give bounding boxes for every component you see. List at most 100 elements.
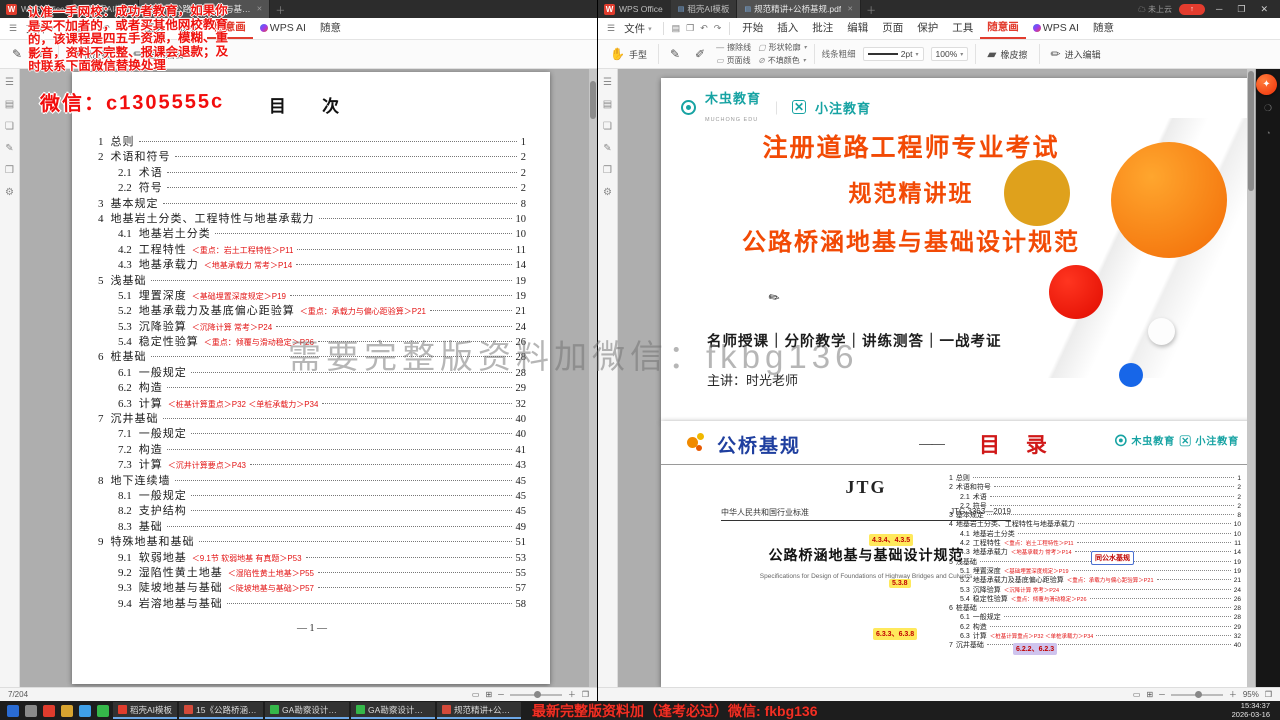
cloud-status[interactable]: ☁ 未上云 (1138, 4, 1172, 15)
ribbon-tab-0[interactable]: 开始 (735, 19, 770, 38)
toc-row[interactable]: 1 总则 1 (98, 133, 526, 148)
ribbon-tab-0[interactable]: 工具 (137, 19, 172, 38)
highlighter-button[interactable]: ✐ (33, 45, 51, 63)
ribbon-tab-1[interactable]: 插入 (770, 19, 805, 38)
toc-row[interactable]: 8.3 基础 49 (98, 518, 526, 533)
zoom-out-icon[interactable]: ─ (1159, 690, 1165, 699)
ribbon-tab-4[interactable]: 页面 (875, 19, 910, 38)
start-button[interactable] (7, 704, 19, 717)
toc-row[interactable]: 7.3 计算 ＜沉井计算要点＞P43 43 (98, 456, 526, 471)
close-tab-icon[interactable]: ✕ (847, 5, 853, 13)
redo-icon[interactable]: ↷ (711, 23, 725, 34)
toc-row[interactable]: 2 术语和符号 2 (949, 482, 1241, 491)
toc-row[interactable]: 2 术语和符号 2 (98, 148, 526, 163)
page-line-option[interactable]: ▭ 页面线 (716, 55, 751, 66)
ribbon-tab-3[interactable]: 编辑 (840, 19, 875, 38)
document-tab[interactable]: ▤ 15《公路桥涵地基与基… ✕ (139, 0, 271, 18)
vertical-scrollbar[interactable] (589, 69, 597, 687)
save-icon[interactable]: ▤ (669, 23, 684, 34)
panel-clock-icon[interactable]: ◔ (1265, 128, 1270, 138)
toc-row[interactable]: 7 沉井基础 40 (949, 640, 1241, 649)
toc-row[interactable]: 6.3 计算 ＜桩基计算重点＞P32 ＜单桩承载力＞P34 32 (98, 395, 526, 410)
taskbar-window-button[interactable]: GA勘察设计注册考… (265, 702, 350, 719)
eraser-button[interactable]: ▰ 橡皮擦 (66, 45, 114, 63)
ribbon-tab-8[interactable]: WPS AI (1026, 21, 1086, 37)
toc-row[interactable]: 3 基本规定 8 (949, 510, 1241, 519)
toc-row[interactable]: 2.2 符号 2 (949, 501, 1241, 510)
file-menu[interactable]: 文件 ▾ (618, 21, 658, 36)
settings-icon[interactable]: ⚙ (5, 187, 14, 198)
document-tab[interactable]: ▤ 稻壳AI模板 (72, 0, 140, 18)
toc-row[interactable]: 4.2 工程特性 ＜重点：岩土工程特性＞P11 11 (949, 538, 1241, 547)
ribbon-tab-1[interactable]: 保护 (172, 19, 207, 38)
wps-app-icon[interactable] (43, 704, 55, 717)
undo-icon[interactable]: ↶ (697, 23, 711, 34)
zoom-knob[interactable] (533, 691, 541, 698)
ribbon-tab-6[interactable]: 工具 (945, 19, 980, 38)
folder-icon[interactable] (61, 704, 73, 717)
single-page-view-icon[interactable]: ▭ (1133, 690, 1141, 699)
redo-icon[interactable]: ↷ (113, 23, 127, 34)
zoom-slider[interactable] (509, 691, 562, 698)
toc-row[interactable]: 6 桩基础 28 (98, 348, 526, 363)
toc-row[interactable]: 9.1 软弱地基 ＜9.1节 软弱地基 有真题＞P53 53 (98, 549, 526, 564)
toc-row[interactable]: 8.2 支护结构 45 (98, 502, 526, 517)
scrollbar-thumb[interactable] (1248, 71, 1254, 191)
freehand-pen-button[interactable]: ✎ (8, 45, 26, 63)
toc-row[interactable]: 5 浅基础 19 (98, 272, 526, 287)
highlighter-button[interactable]: ✐ (691, 45, 709, 63)
toc-row[interactable]: 5.4 稳定性验算 ＜重点：倾覆与滑动稳定＞P26 26 (949, 594, 1241, 603)
zoom-knob[interactable] (1194, 691, 1202, 698)
toc-row[interactable]: 6.2 构造 29 (98, 379, 526, 394)
taskbar-window-button[interactable]: GA勘察设计注册考… (351, 702, 436, 719)
toc-row[interactable]: 5.2 地基承载力及基底偏心距验算 ＜重点：承载力与偏心距验算＞P21 21 (98, 302, 526, 317)
bookmark-icon[interactable]: ❒ (603, 165, 612, 176)
taskbar-window-button[interactable]: 规范精讲+公桥基规… (437, 702, 522, 719)
ribbon-tab-2[interactable]: 随意画 (207, 18, 253, 39)
new-tab-button[interactable]: ＋ (275, 2, 285, 17)
toc-row[interactable]: 5.4 稳定性验算 ＜重点：倾覆与滑动稳定＞P26 26 (98, 333, 526, 348)
document-tab[interactable]: ▤ 规范精讲+公桥基规.pdf ✕ (737, 0, 862, 18)
toc-row[interactable]: 8.1 一般规定 45 (98, 487, 526, 502)
annotate-icon[interactable]: ✎ (5, 143, 13, 154)
no-fill-dropdown[interactable]: ⊘ 不填颜色 ▾ (758, 55, 807, 66)
ribbon-tab-2[interactable]: 批注 (805, 19, 840, 38)
toc-row[interactable]: 5.3 沉降验算 ＜沉降计算 常考＞P24 24 (98, 318, 526, 333)
zoom-in-icon[interactable]: ＋ (568, 689, 576, 700)
browser-icon[interactable] (79, 704, 91, 717)
undo-icon[interactable]: ↶ (99, 23, 113, 34)
maximize-button[interactable]: ❐ (1233, 4, 1249, 15)
ribbon-tab-5[interactable]: 保护 (910, 19, 945, 38)
cloud-upload-button[interactable]: ↑ (1178, 3, 1205, 15)
comment-icon[interactable]: ❏ (5, 121, 14, 132)
toc-row[interactable]: 6.1 一般规定 28 (949, 612, 1241, 621)
toc-row[interactable]: 8 地下连续墙 45 (98, 472, 526, 487)
toc-row[interactable]: 4 地基岩土分类、工程特性与地基承载力 10 (949, 519, 1241, 528)
toc-row[interactable]: 2.2 符号 2 (98, 179, 526, 194)
ribbon-tab-7[interactable]: 随意画 (980, 18, 1026, 39)
document-tab[interactable]: ▤ 稻壳AI模板 (670, 0, 738, 18)
save-icon[interactable]: ▤ (71, 23, 86, 34)
hand-tool-button[interactable]: ✋ 手型 (606, 45, 651, 63)
toc-row[interactable]: 4.3 地基承载力 ＜地基承载力 常考＞P14 14 (98, 256, 526, 271)
taskbar-clock[interactable]: 15:34:37 2026-03-16 (1232, 701, 1276, 719)
search-icon[interactable] (25, 704, 37, 717)
opacity-dropdown[interactable]: 100% ▾ (930, 47, 969, 61)
toc-row[interactable]: 4 地基岩土分类、工程特性与地基承载力 10 (98, 210, 526, 225)
zoom-out-icon[interactable]: ─ (498, 690, 504, 699)
minimize-button[interactable]: ─ (1212, 4, 1226, 14)
line-weight-dropdown[interactable]: 2pt ▾ (862, 47, 924, 61)
toc-row[interactable]: 9.3 陡坡地基与基础 ＜陡坡地基与基础＞P57 57 (98, 579, 526, 594)
close-button[interactable]: ✕ (1256, 4, 1272, 15)
toc-row[interactable]: 7.1 一般规定 40 (98, 425, 526, 440)
two-page-view-icon[interactable]: ⊞ (485, 690, 492, 699)
toc-row[interactable]: 4.1 地基岩土分类 10 (949, 529, 1241, 538)
shape-outline-dropdown[interactable]: ▢ 形状轮廓 ▾ (758, 42, 807, 53)
settings-icon[interactable]: ⚙ (603, 187, 612, 198)
outline-icon[interactable]: ☰ (5, 77, 14, 88)
toc-row[interactable]: 9.2 湿陷性黄土地基 ＜湿陷性黄土地基＞P55 55 (98, 564, 526, 579)
freehand-pen-button[interactable]: ✎ (666, 45, 684, 63)
toc-row[interactable]: 6.2 构造 29 (949, 622, 1241, 631)
toc-row[interactable]: 5.2 地基承载力及基底偏心距验算 ＜重点：承载力与偏心距验算＞P21 21 (949, 575, 1241, 584)
zoom-in-icon[interactable]: ＋ (1229, 689, 1237, 700)
